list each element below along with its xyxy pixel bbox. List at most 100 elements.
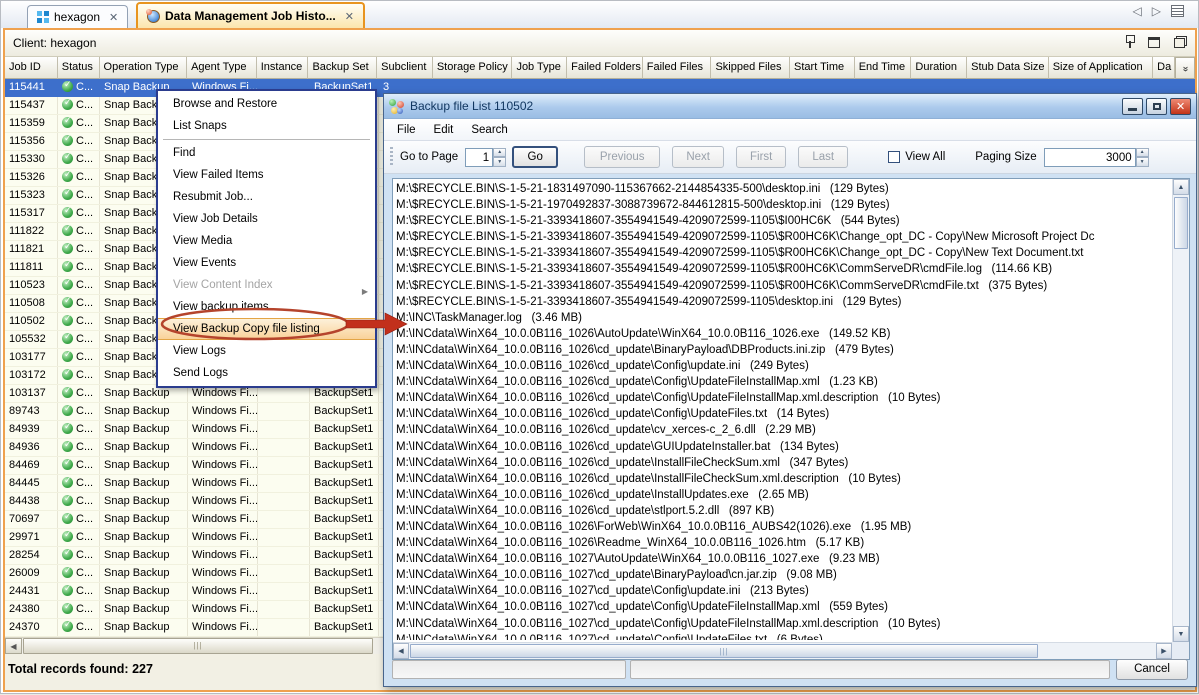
scroll-down-arrow-icon[interactable]: ▼ (1173, 626, 1189, 642)
view-all-checkbox[interactable] (888, 151, 900, 163)
column-header-end-time[interactable]: End Time (855, 57, 912, 79)
menu-item-send-logs[interactable]: Send Logs (158, 362, 375, 384)
column-header-job-type[interactable]: Job Type (512, 57, 567, 79)
menu-edit[interactable]: Edit (425, 124, 463, 136)
file-list-item[interactable]: M:\$RECYCLE.BIN\S-1-5-21-3393418607-3554… (396, 261, 1169, 277)
scroll-left-arrow-icon[interactable]: ◀ (393, 643, 409, 659)
scrollbar-thumb[interactable] (1174, 197, 1188, 249)
file-list-item[interactable]: M:\INCdata\WinX64_10.0.0B116_1026\cd_upd… (396, 503, 1169, 519)
paging-size-stepper[interactable]: ▲▼ (1136, 148, 1149, 167)
file-list-item[interactable]: M:\INCdata\WinX64_10.0.0B116_1027\AutoUp… (396, 551, 1169, 567)
file-list-item[interactable]: M:\$RECYCLE.BIN\S-1-5-21-3393418607-3554… (396, 278, 1169, 294)
minimize-button[interactable] (1122, 98, 1143, 115)
menu-item-view-backup-copy-file-listing[interactable]: View Backup Copy file listing (158, 318, 375, 340)
scroll-tabs-left-icon[interactable]: ◁ (1133, 5, 1142, 17)
menu-item-view-backup-items[interactable]: View backup items (158, 296, 375, 318)
file-list-item[interactable]: M:\$RECYCLE.BIN\S-1-5-21-3393418607-3554… (396, 294, 1169, 310)
file-list-item[interactable]: M:\$RECYCLE.BIN\S-1-5-21-3393418607-3554… (396, 229, 1169, 245)
scrollbar-thumb[interactable] (410, 644, 1038, 658)
menu-search[interactable]: Search (462, 124, 516, 136)
tab-hexagon[interactable]: hexagon ✕ (27, 5, 128, 28)
menu-item-view-logs[interactable]: View Logs (158, 340, 375, 362)
menu-item-view-job-details[interactable]: View Job Details (158, 208, 375, 230)
horizontal-scrollbar[interactable]: ◀ ▶ (393, 642, 1172, 659)
file-list-item[interactable]: M:\INCdata\WinX64_10.0.0B116_1026\cd_upd… (396, 358, 1169, 374)
file-list-item[interactable]: M:\INCdata\WinX64_10.0.0B116_1026\cd_upd… (396, 342, 1169, 358)
file-list-item[interactable]: M:\INCdata\WinX64_10.0.0B116_1027\cd_upd… (396, 567, 1169, 583)
menu-file[interactable]: File (388, 124, 425, 136)
menu-item-view-media[interactable]: View Media (158, 230, 375, 252)
column-header-operation-type[interactable]: Operation Type (100, 57, 188, 79)
paging-size-input[interactable] (1044, 148, 1136, 167)
menu-item-view-failed-items[interactable]: View Failed Items (158, 164, 375, 186)
column-header-subclient[interactable]: Subclient (377, 57, 433, 79)
menu-item-resubmit-job-[interactable]: Resubmit Job... (158, 186, 375, 208)
tab-list-icon[interactable] (1171, 5, 1184, 17)
column-header-agent-type[interactable]: Agent Type (187, 57, 257, 79)
file-list-item[interactable]: M:\$RECYCLE.BIN\S-1-5-21-3393418607-3554… (396, 245, 1169, 261)
scroll-up-arrow-icon[interactable]: ▲ (1173, 179, 1189, 195)
file-list-item[interactable]: M:\INCdata\WinX64_10.0.0B116_1026\cd_upd… (396, 439, 1169, 455)
column-header-failed-files[interactable]: Failed Files (643, 57, 712, 79)
file-list-item[interactable]: M:\INCdata\WinX64_10.0.0B116_1027\cd_upd… (396, 583, 1169, 599)
close-icon[interactable]: ✕ (345, 10, 354, 23)
column-header-duration[interactable]: Duration (911, 57, 967, 79)
column-header-da[interactable]: Da (1153, 57, 1175, 79)
column-header-status[interactable]: Status (58, 57, 100, 79)
file-list-item[interactable]: M:\$RECYCLE.BIN\S-1-5-21-1831497090-1153… (396, 181, 1169, 197)
close-icon[interactable]: ✕ (109, 11, 118, 24)
file-list-item[interactable]: M:\INCdata\WinX64_10.0.0B116_1026\cd_upd… (396, 390, 1169, 406)
file-list-item[interactable]: M:\INCdata\WinX64_10.0.0B116_1027\cd_upd… (396, 632, 1169, 640)
first-button[interactable]: First (736, 146, 786, 168)
column-header-failed-folders[interactable]: Failed Folders (567, 57, 643, 79)
file-list-item[interactable]: M:\INC\TaskManager.log (3.46 MB) (396, 310, 1169, 326)
column-header-job-id[interactable]: Job ID (5, 57, 58, 79)
restore-button[interactable] (1146, 98, 1167, 115)
menu-item-view-content-index[interactable]: View Content Index▶ (158, 274, 375, 296)
file-list-item[interactable]: M:\$RECYCLE.BIN\S-1-5-21-1970492837-3088… (396, 197, 1169, 213)
menu-item-find[interactable]: Find (158, 142, 375, 164)
column-header-storage-policy[interactable]: Storage Policy (433, 57, 513, 79)
maximize-icon[interactable] (1148, 37, 1160, 48)
cancel-button[interactable]: Cancel (1116, 659, 1188, 680)
column-header-start-time[interactable]: Start Time (790, 57, 855, 79)
file-list-item[interactable]: M:\INCdata\WinX64_10.0.0B116_1026\AutoUp… (396, 326, 1169, 342)
file-list-item[interactable]: M:\INCdata\WinX64_10.0.0B116_1026\cd_upd… (396, 422, 1169, 438)
file-list-item[interactable]: M:\INCdata\WinX64_10.0.0B116_1027\cd_upd… (396, 616, 1169, 632)
file-list-item[interactable]: M:\INCdata\WinX64_10.0.0B116_1026\cd_upd… (396, 471, 1169, 487)
next-button[interactable]: Next (672, 146, 724, 168)
file-list-item[interactable]: M:\INCdata\WinX64_10.0.0B116_1026\cd_upd… (396, 374, 1169, 390)
scroll-left-arrow-icon[interactable]: ◀ (5, 638, 22, 654)
more-columns-icon[interactable]: » (1175, 57, 1195, 79)
column-header-stub-data-size[interactable]: Stub Data Size (967, 57, 1049, 79)
previous-button[interactable]: Previous (584, 146, 660, 168)
column-header-skipped-files[interactable]: Skipped Files (711, 57, 790, 79)
column-header-instance[interactable]: Instance (257, 57, 309, 79)
file-list-item[interactable]: M:\INCdata\WinX64_10.0.0B116_1026\cd_upd… (396, 406, 1169, 422)
tab-data-management-job-history[interactable]: Data Management Job Histo... ✕ (136, 2, 365, 28)
file-list-item[interactable]: M:\INCdata\WinX64_10.0.0B116_1026\cd_upd… (396, 487, 1169, 503)
pin-icon[interactable] (1125, 35, 1134, 49)
go-button[interactable]: Go (512, 146, 558, 168)
restore-icon[interactable] (1174, 36, 1187, 48)
vertical-scrollbar[interactable]: ▲ ▼ (1172, 179, 1189, 642)
scroll-right-arrow-icon[interactable]: ▶ (1156, 643, 1172, 659)
menu-item-list-snaps[interactable]: List Snaps (158, 115, 375, 137)
page-number-input[interactable] (465, 148, 493, 167)
file-list-item[interactable]: M:\INCdata\WinX64_10.0.0B116_1026\ForWeb… (396, 519, 1169, 535)
file-list-item[interactable]: M:\INCdata\WinX64_10.0.0B116_1026\Readme… (396, 535, 1169, 551)
page-number-stepper[interactable]: ▲▼ (493, 148, 506, 167)
menu-item-view-events[interactable]: View Events (158, 252, 375, 274)
file-list-item[interactable]: M:\$RECYCLE.BIN\S-1-5-21-3393418607-3554… (396, 213, 1169, 229)
close-button[interactable] (1170, 98, 1191, 115)
file-list-item[interactable]: M:\INCdata\WinX64_10.0.0B116_1026\cd_upd… (396, 455, 1169, 471)
column-header-size-of-application[interactable]: Size of Application (1049, 57, 1153, 79)
table-cell: BackupSet1 (310, 421, 379, 438)
scroll-tabs-right-icon[interactable]: ▷ (1152, 5, 1161, 17)
file-list-item[interactable]: M:\INCdata\WinX64_10.0.0B116_1027\cd_upd… (396, 599, 1169, 615)
scrollbar-thumb[interactable] (23, 638, 373, 654)
last-button[interactable]: Last (798, 146, 848, 168)
dialog-title-bar[interactable]: Backup file List 110502 (384, 94, 1196, 119)
menu-item-browse-and-restore[interactable]: Browse and Restore (158, 93, 375, 115)
column-header-backup-set[interactable]: Backup Set (308, 57, 377, 79)
